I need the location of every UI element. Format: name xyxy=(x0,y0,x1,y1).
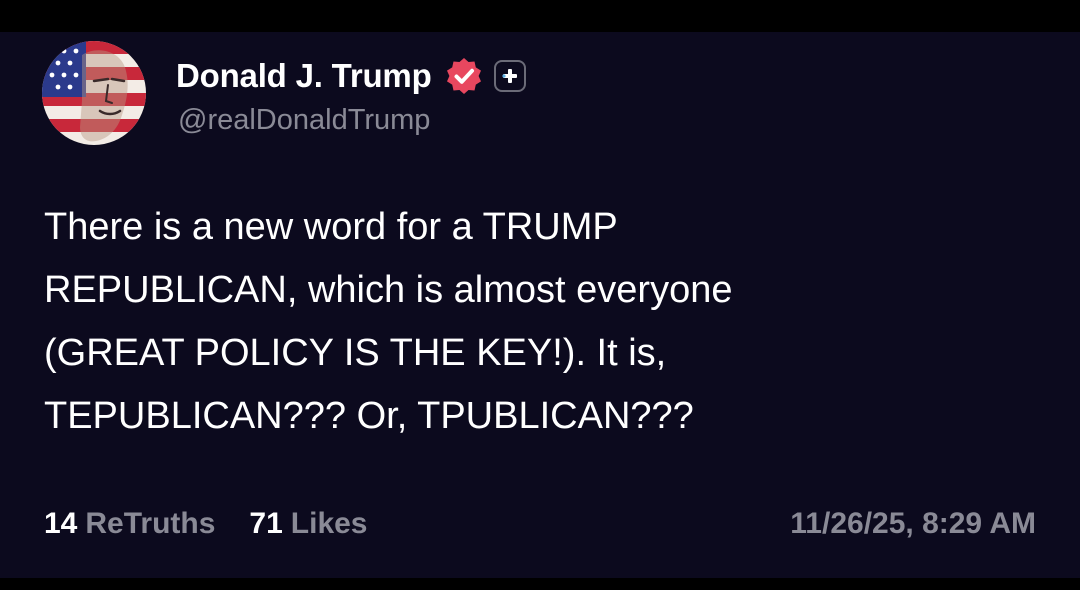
author-name-row: Donald J. Trump xyxy=(176,54,526,98)
post-text-line: TEPUBLICAN??? Or, TPUBLICAN??? xyxy=(44,395,694,437)
avatar[interactable] xyxy=(42,41,146,145)
post-text-line: There is a new word for a TRUMP xyxy=(44,206,618,248)
retruths-count: 14 xyxy=(44,507,78,540)
post-text: There is a new word for a TRUMP REPUBLIC… xyxy=(44,196,1044,448)
likes-stat[interactable]: 71 Likes xyxy=(249,507,367,541)
likes-count: 71 xyxy=(249,507,283,540)
flag-portrait-icon xyxy=(42,41,146,145)
retruths-stat[interactable]: 14 ReTruths xyxy=(44,507,215,541)
post-text-line: (GREAT POLICY IS THE KEY!). It is, xyxy=(44,332,667,374)
plus-icon[interactable] xyxy=(493,60,526,92)
verified-badge-icon xyxy=(444,56,484,96)
retruths-label: ReTruths xyxy=(85,507,216,540)
likes-label: Likes xyxy=(290,507,368,540)
author-display-name[interactable]: Donald J. Trump xyxy=(176,57,432,95)
post-card: Donald J. Trump @realDonaldTrump There i… xyxy=(0,32,1080,578)
post-text-line: REPUBLICAN, which is almost everyone xyxy=(44,269,733,311)
post-timestamp: 11/26/25, 8:29 AM xyxy=(790,507,1036,540)
post-footer: 14 ReTruths 71 Likes 11/26/25, 8:29 AM xyxy=(44,502,1036,546)
author-handle[interactable]: @realDonaldTrump xyxy=(178,104,430,137)
screenshot-frame: Donald J. Trump @realDonaldTrump There i… xyxy=(0,0,1080,590)
